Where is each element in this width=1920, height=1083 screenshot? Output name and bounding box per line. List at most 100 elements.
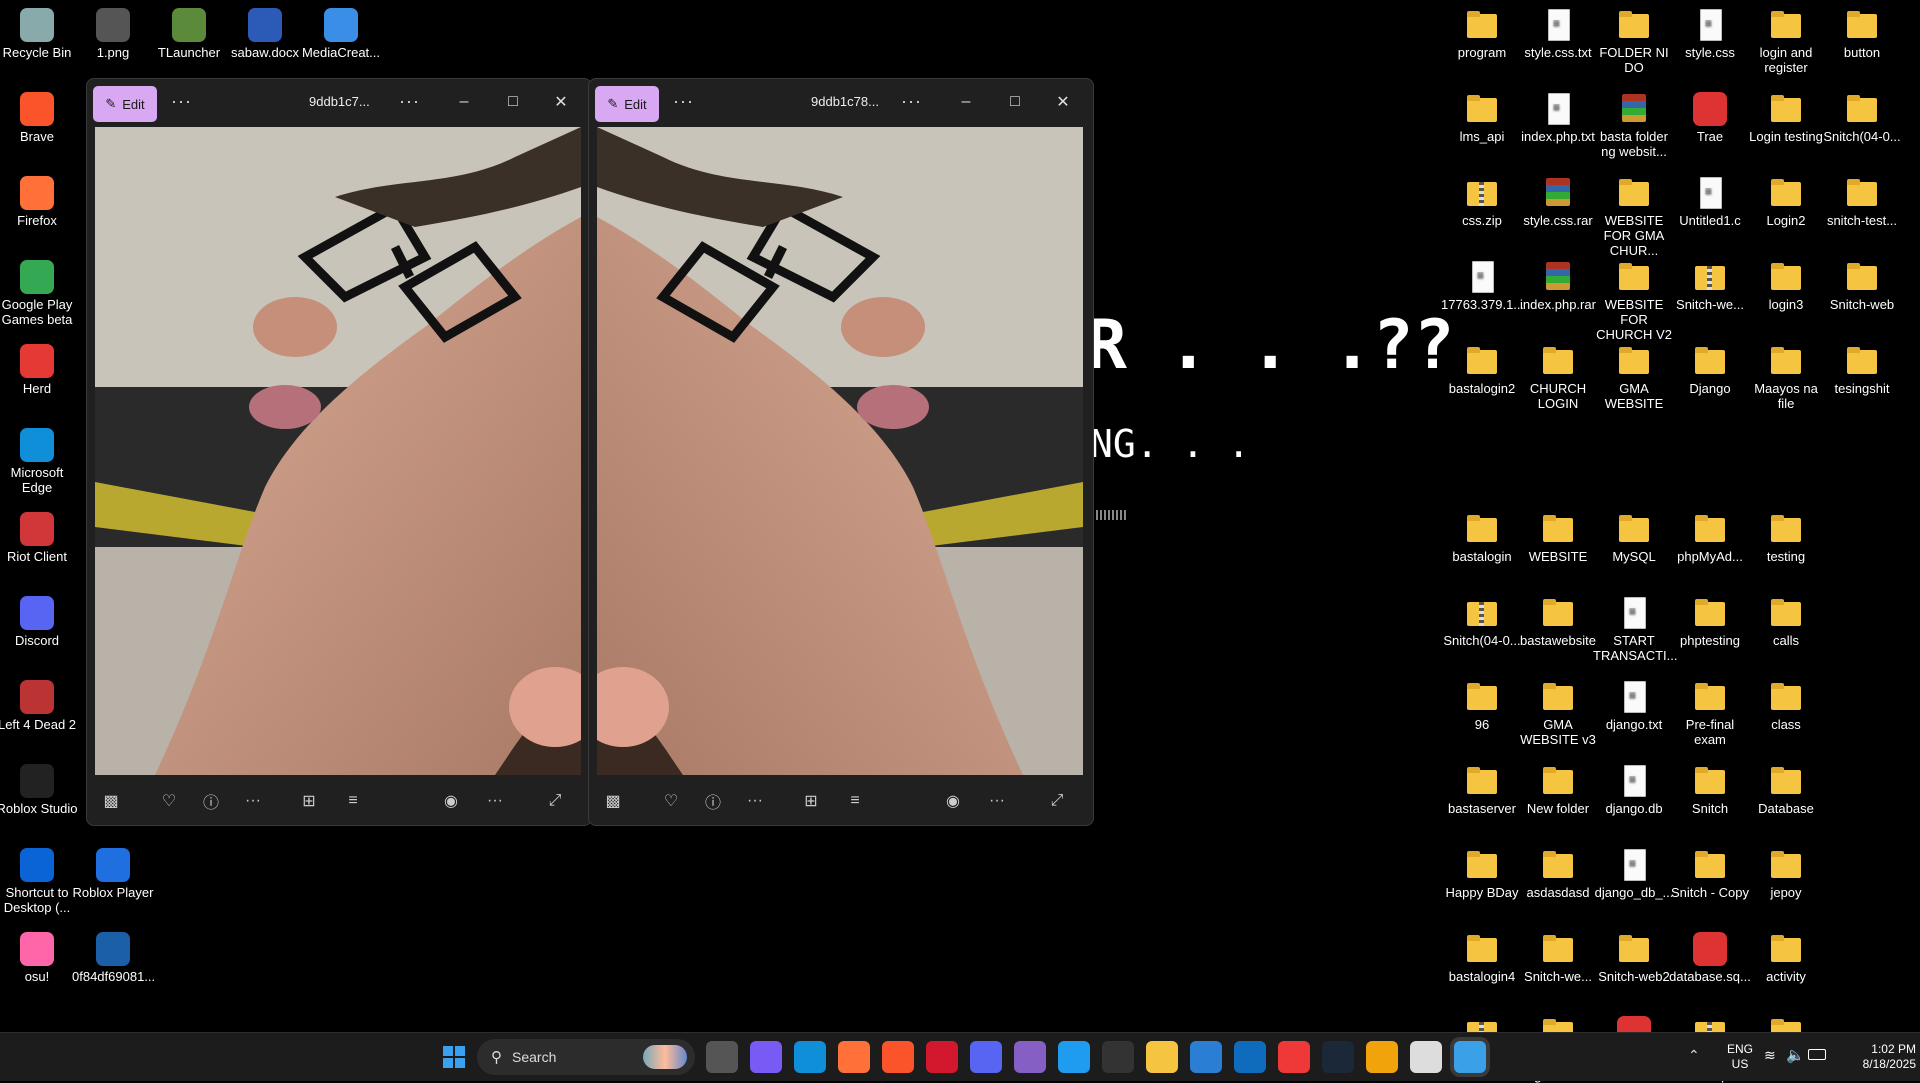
visual-studio-icon[interactable]: [1014, 1041, 1046, 1073]
filmstrip-icon[interactable]: ▩: [99, 789, 123, 813]
maximize-icon[interactable]: □: [1000, 89, 1030, 115]
window-titlebar[interactable]: ✎ Edit ··· 9ddb1c7... ··· – □ ✕: [87, 79, 591, 125]
desktop-item[interactable]: Snitch-web: [1819, 256, 1905, 312]
desktop-item[interactable]: Django: [1667, 340, 1753, 396]
info-icon[interactable]: ⓘ: [701, 789, 725, 813]
desktop-item[interactable]: database.sq...: [1667, 928, 1753, 984]
epic-games-icon[interactable]: [1102, 1041, 1134, 1073]
desktop-item[interactable]: MySQL: [1591, 508, 1677, 564]
desktop-item[interactable]: Database: [1743, 760, 1829, 816]
desktop-item[interactable]: Snitch(04-0...: [1819, 88, 1905, 144]
toolbar-more-icon[interactable]: ···: [743, 789, 767, 813]
firefox-taskbar-icon[interactable]: [838, 1041, 870, 1073]
close-icon[interactable]: ✕: [546, 89, 576, 115]
minimize-icon[interactable]: –: [951, 89, 981, 115]
desktop-shortcut[interactable]: Riot Client: [0, 508, 80, 564]
discord-taskbar-icon[interactable]: [970, 1041, 1002, 1073]
desktop-shortcut[interactable]: Google Play Games beta: [0, 256, 80, 327]
favorite-heart-icon[interactable]: ♡: [659, 789, 683, 813]
photo-image[interactable]: [95, 127, 581, 775]
desktop-item[interactable]: Login2: [1743, 172, 1829, 228]
desktop-item[interactable]: Snitch - Copy: [1667, 844, 1753, 900]
desktop-item[interactable]: Snitch-web2: [1591, 928, 1677, 984]
titlebar-more-icon[interactable]: ···: [171, 91, 192, 112]
language-indicator[interactable]: ENG US: [1722, 1042, 1758, 1072]
desktop-item[interactable]: FOLDER NI DO: [1591, 4, 1677, 75]
desktop-item[interactable]: style.css.rar: [1515, 172, 1601, 228]
vivaldi-icon[interactable]: [1278, 1041, 1310, 1073]
desktop-item[interactable]: testing: [1743, 508, 1829, 564]
desktop-item[interactable]: activity: [1743, 928, 1829, 984]
desktop-item[interactable]: index.php.txt: [1515, 88, 1601, 144]
start-button[interactable]: [438, 1041, 470, 1073]
desktop-item[interactable]: bastalogin: [1439, 508, 1525, 564]
desktop-item[interactable]: calls: [1743, 592, 1829, 648]
desktop-item[interactable]: basta folder ng websit...: [1591, 88, 1677, 159]
desktop-shortcut[interactable]: Brave: [0, 88, 80, 144]
desktop-shortcut[interactable]: MediaCreat...: [298, 4, 384, 60]
taskbar-search[interactable]: ⚲ Search: [477, 1039, 695, 1075]
desktop-item[interactable]: index.php.rar: [1515, 256, 1601, 312]
desktop-item[interactable]: jepoy: [1743, 844, 1829, 900]
desktop-item[interactable]: Pre-final exam: [1667, 676, 1753, 747]
desktop-item[interactable]: Maayos na file: [1743, 340, 1829, 411]
desktop-item[interactable]: New folder: [1515, 760, 1601, 816]
desktop-item[interactable]: WEBSITE FOR CHURCH V2: [1591, 256, 1677, 342]
desktop-item[interactable]: Snitch: [1667, 760, 1753, 816]
edit-button[interactable]: ✎ Edit: [595, 86, 659, 122]
microsoft-store-icon[interactable]: [1366, 1041, 1398, 1073]
desktop-item[interactable]: django_db_...: [1591, 844, 1677, 900]
desktop-item[interactable]: style.css: [1667, 4, 1753, 60]
desktop-shortcut[interactable]: Microsoft Edge: [0, 424, 80, 495]
titlebar-more-icon[interactable]: ···: [673, 91, 694, 112]
copy-text-icon[interactable]: ≡: [843, 789, 867, 813]
desktop-item[interactable]: login and register: [1743, 4, 1829, 75]
desktop-shortcut[interactable]: Roblox Studio: [0, 760, 80, 816]
desktop-shortcut[interactable]: Left 4 Dead 2: [0, 676, 80, 732]
bottom-more-icon[interactable]: ···: [985, 789, 1009, 813]
info-icon[interactable]: ⓘ: [199, 789, 223, 813]
desktop-item[interactable]: Trae: [1667, 88, 1753, 144]
window-titlebar[interactable]: ✎ Edit ··· 9ddb1c78... ··· – □ ✕: [589, 79, 1093, 125]
desktop-item[interactable]: GMA WEBSITE: [1591, 340, 1677, 411]
visual-search-icon[interactable]: ⊞: [799, 789, 823, 813]
desktop-item[interactable]: Login testing: [1743, 88, 1829, 144]
snapshot-icon[interactable]: ◉: [941, 789, 965, 813]
desktop-item[interactable]: 17763.379.1...: [1439, 256, 1525, 312]
wifi-icon[interactable]: ≋: [1764, 1047, 1776, 1064]
battery-icon[interactable]: [1808, 1049, 1826, 1060]
steam-icon[interactable]: [1322, 1041, 1354, 1073]
desktop-item[interactable]: START TRANSACTI...: [1591, 592, 1678, 663]
desktop-item[interactable]: Snitch-we...: [1515, 928, 1601, 984]
desktop-shortcut[interactable]: Recycle Bin: [0, 4, 80, 60]
desktop-item[interactable]: GMA WEBSITE v3: [1515, 676, 1601, 747]
visual-search-icon[interactable]: ⊞: [297, 789, 321, 813]
desktop-shortcut[interactable]: sabaw.docx: [222, 4, 308, 60]
filmstrip-icon[interactable]: ▩: [601, 789, 625, 813]
volume-muted-icon[interactable]: 🔈: [1786, 1046, 1805, 1064]
desktop-item[interactable]: class: [1743, 676, 1829, 732]
desktop-item[interactable]: bastawebsite: [1515, 592, 1601, 648]
edit-button[interactable]: ✎ Edit: [93, 86, 157, 122]
desktop-item[interactable]: button: [1819, 4, 1905, 60]
store-icon[interactable]: [1190, 1041, 1222, 1073]
outlook-icon[interactable]: [1234, 1041, 1266, 1073]
desktop-item[interactable]: style.css.txt: [1515, 4, 1601, 60]
desktop-item[interactable]: WEBSITE: [1515, 508, 1601, 564]
task-view-icon[interactable]: [706, 1041, 738, 1073]
toolbar-more-icon[interactable]: ···: [241, 789, 265, 813]
photos-window[interactable]: ✎ Edit ··· 9ddb1c78... ··· – □ ✕ ▩ ♡ ⓘ ·…: [588, 78, 1094, 826]
bottom-more-icon[interactable]: ···: [483, 789, 507, 813]
desktop-item[interactable]: Snitch-we...: [1667, 256, 1753, 312]
fullscreen-icon[interactable]: ⤢: [543, 789, 567, 813]
desktop-item[interactable]: 96: [1439, 676, 1525, 732]
desktop-item[interactable]: django.txt: [1591, 676, 1677, 732]
desktop-item[interactable]: login3: [1743, 256, 1829, 312]
minimize-icon[interactable]: –: [449, 89, 479, 115]
title-more-icon[interactable]: ···: [399, 91, 420, 112]
clock[interactable]: 1:02 PM 8/18/2025: [1836, 1042, 1916, 1072]
show-hidden-icons-chevron-icon[interactable]: ⌃: [1688, 1047, 1700, 1064]
desktop-shortcut[interactable]: Herd: [0, 340, 80, 396]
photos-window[interactable]: ✎ Edit ··· 9ddb1c7... ··· – □ ✕ ▩ ♡ ⓘ ··…: [86, 78, 592, 826]
desktop-shortcut[interactable]: Firefox: [0, 172, 80, 228]
